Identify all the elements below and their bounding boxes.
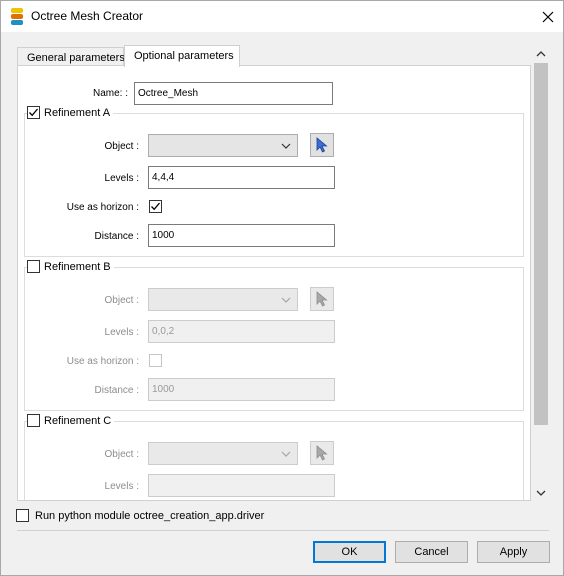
object-select[interactable] bbox=[148, 134, 298, 157]
levels-input[interactable] bbox=[148, 474, 335, 497]
distance-label: Distance : bbox=[94, 231, 139, 242]
title-bar[interactable]: Octree Mesh Creator bbox=[1, 1, 563, 32]
vertical-scrollbar[interactable] bbox=[531, 45, 551, 501]
refinement-c-header: Refinement C bbox=[27, 414, 115, 427]
refinement-b-header: Refinement B bbox=[27, 260, 114, 273]
levels-input[interactable]: 4,4,4 bbox=[148, 166, 335, 189]
checkmark-icon bbox=[29, 108, 38, 117]
chevron-down-icon bbox=[536, 490, 546, 496]
chevron-down-icon bbox=[281, 143, 291, 149]
refinement-b-group: Refinement B Object : Levels : 0,0,2 Use… bbox=[24, 260, 524, 411]
optional-parameters-panel: Name: : Octree_Mesh Refinement A Object … bbox=[17, 65, 531, 501]
use-as-horizon-label: Use as horizon : bbox=[66, 202, 139, 213]
layers-app-icon bbox=[11, 8, 23, 25]
pick-object-button[interactable] bbox=[310, 133, 334, 157]
refinement-b-title: Refinement B bbox=[44, 260, 111, 273]
scroll-down-button[interactable] bbox=[531, 484, 551, 501]
name-label: Name: : bbox=[92, 88, 128, 99]
use-as-horizon-label: Use as horizon : bbox=[66, 356, 139, 367]
cursor-pick-icon bbox=[316, 291, 328, 307]
refinement-a-title: Refinement A bbox=[44, 106, 111, 119]
distance-label: Distance : bbox=[94, 385, 139, 396]
levels-label: Levels : bbox=[104, 327, 139, 338]
object-select[interactable] bbox=[148, 288, 298, 311]
distance-input[interactable]: 1000 bbox=[148, 378, 335, 401]
ok-button[interactable]: OK bbox=[313, 541, 386, 563]
use-as-horizon-checkbox[interactable] bbox=[149, 354, 162, 367]
pick-object-button[interactable] bbox=[310, 441, 334, 465]
name-input[interactable]: Octree_Mesh bbox=[134, 82, 333, 105]
tab-label: General parameters bbox=[27, 52, 125, 64]
run-python-checkbox[interactable] bbox=[16, 509, 29, 522]
use-as-horizon-checkbox[interactable] bbox=[149, 200, 162, 213]
checkmark-icon bbox=[151, 202, 160, 211]
chevron-down-icon bbox=[281, 451, 291, 457]
tab-optional-parameters[interactable]: Optional parameters bbox=[124, 45, 240, 67]
close-icon bbox=[542, 11, 554, 22]
window-title: Octree Mesh Creator bbox=[31, 9, 144, 23]
tab-general-parameters[interactable]: General parameters bbox=[17, 47, 125, 66]
refinement-c-group: Refinement C Object : Levels : bbox=[24, 414, 524, 500]
chevron-up-icon bbox=[536, 50, 546, 56]
refinement-c-checkbox[interactable] bbox=[27, 414, 40, 427]
cursor-pick-icon bbox=[316, 445, 328, 461]
footer-divider bbox=[17, 530, 549, 531]
scroll-up-button[interactable] bbox=[531, 45, 551, 62]
cancel-button[interactable]: Cancel bbox=[395, 541, 468, 563]
refinement-a-header: Refinement A bbox=[27, 106, 114, 119]
scroll-thumb[interactable] bbox=[534, 63, 548, 425]
levels-label: Levels : bbox=[104, 481, 139, 492]
distance-input[interactable]: 1000 bbox=[148, 224, 335, 247]
object-select[interactable] bbox=[148, 442, 298, 465]
levels-input[interactable]: 0,0,2 bbox=[148, 320, 335, 343]
chevron-down-icon bbox=[281, 297, 291, 303]
cursor-pick-icon bbox=[316, 137, 328, 153]
run-python-row: Run python module octree_creation_app.dr… bbox=[16, 509, 264, 522]
tab-label: Optional parameters bbox=[134, 50, 234, 62]
refinement-a-group: Refinement A Object : Levels : 4,4,4 Use… bbox=[24, 106, 524, 257]
object-label: Object : bbox=[104, 295, 139, 306]
refinement-c-title: Refinement C bbox=[44, 414, 112, 427]
object-label: Object : bbox=[104, 141, 139, 152]
dialog-window: Octree Mesh Creator General parameters O… bbox=[0, 0, 564, 576]
pick-object-button[interactable] bbox=[310, 287, 334, 311]
run-python-label: Run python module octree_creation_app.dr… bbox=[35, 509, 265, 522]
apply-button[interactable]: Apply bbox=[477, 541, 550, 563]
levels-label: Levels : bbox=[104, 173, 139, 184]
close-button[interactable] bbox=[533, 1, 563, 32]
object-label: Object : bbox=[104, 449, 139, 460]
refinement-a-checkbox[interactable] bbox=[27, 106, 40, 119]
refinement-b-checkbox[interactable] bbox=[27, 260, 40, 273]
